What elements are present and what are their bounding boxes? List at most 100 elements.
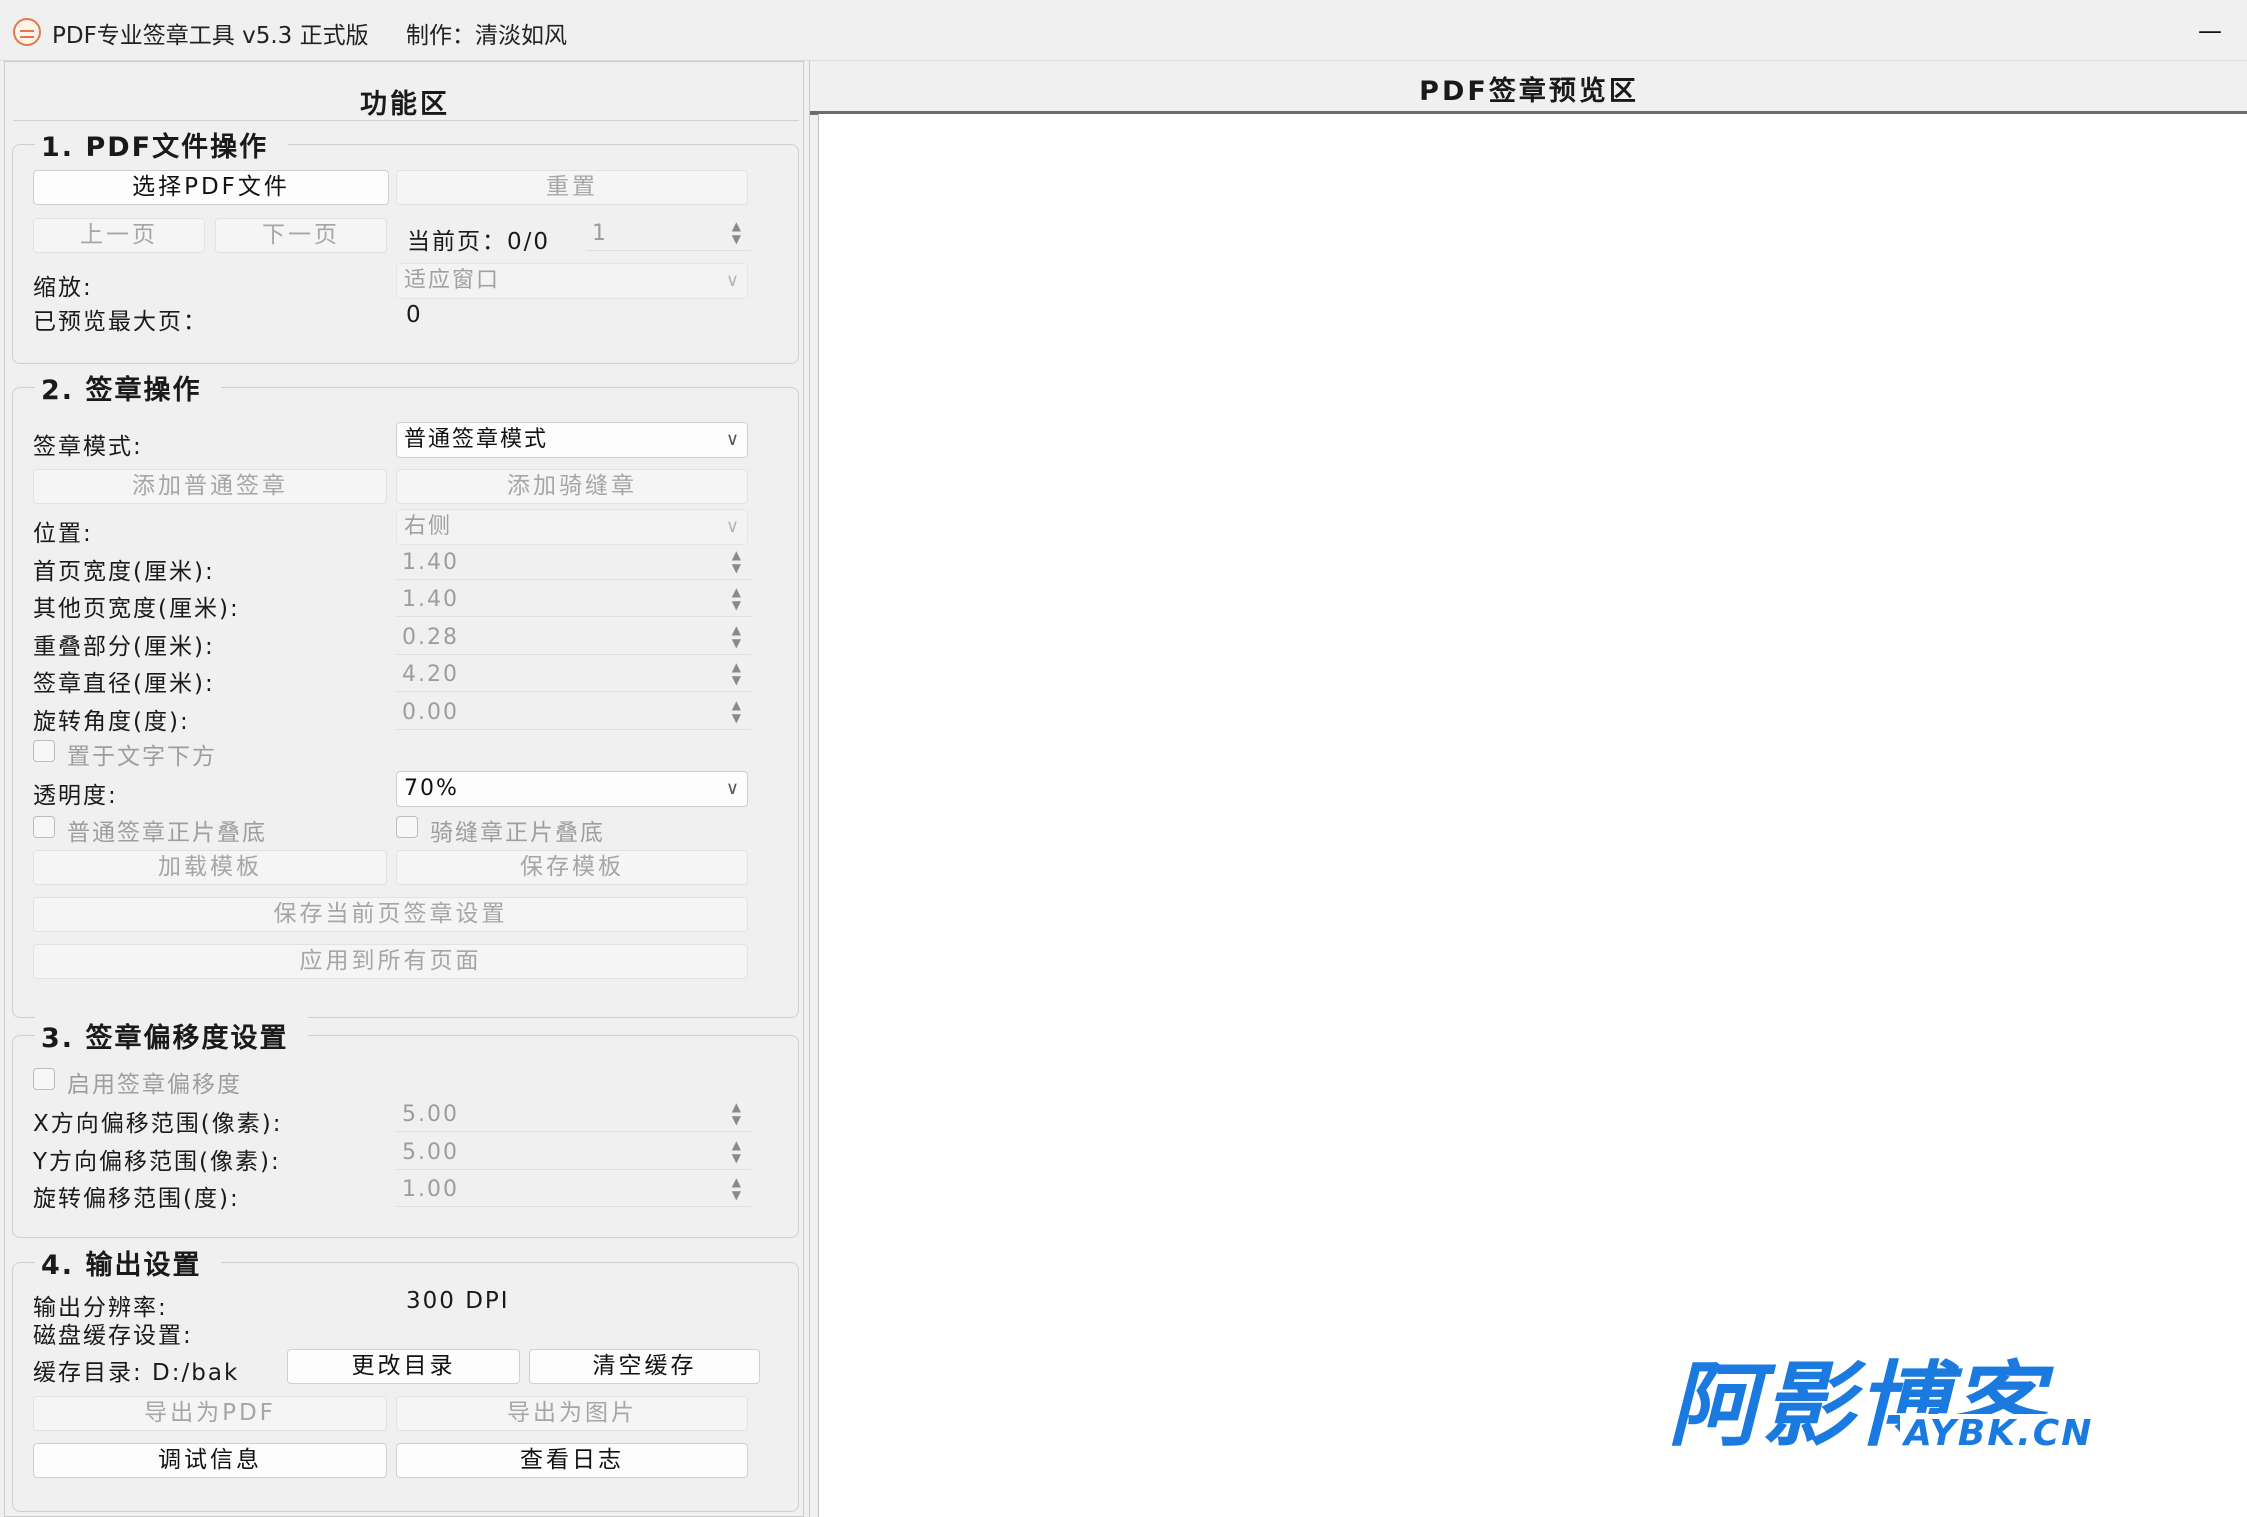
normal-multiply-checkbox[interactable] — [33, 816, 55, 838]
x-offset-value: 5.00 — [402, 1102, 459, 1127]
current-page-label: 当前页：0/0 — [407, 229, 551, 255]
spin-arrows-icon[interactable]: ▲ ▼ — [732, 624, 741, 650]
spin-arrows-icon[interactable]: ▲ ▼ — [732, 1176, 741, 1202]
disk-cache-label: 磁盘缓存设置: — [33, 1323, 193, 1349]
position-value: 右侧 — [404, 514, 453, 539]
resolution-value: 300 DPI — [406, 1288, 510, 1314]
position-label: 位置: — [33, 521, 93, 547]
offset-settings-group-title: 3. 签章偏移度设置 — [35, 1016, 309, 1055]
riding-multiply-checkbox[interactable] — [396, 816, 418, 838]
spin-arrows-icon[interactable]: ▲ ▼ — [732, 549, 741, 575]
divider — [13, 120, 799, 121]
stamp-mode-select[interactable]: 普通签章模式 ∨ — [396, 422, 748, 458]
overlap-spinbox[interactable]: 0.28 ▲ ▼ — [396, 621, 751, 655]
first-width-label: 首页宽度(厘米): — [33, 559, 215, 585]
watermark-domain: AYBK.CN — [1900, 1414, 2098, 1454]
zoom-label: 缩放: — [33, 275, 93, 301]
other-width-label: 其他页宽度(厘米): — [33, 596, 240, 622]
preview-panel: PDF签章预览区 — [809, 61, 2247, 1517]
preview-canvas[interactable] — [818, 114, 2247, 1517]
first-width-value: 1.40 — [402, 550, 459, 575]
page-spinbox[interactable]: 1 ▲ ▼ — [586, 217, 751, 251]
rotation-label: 旋转角度(度): — [33, 709, 190, 735]
spin-arrows-icon[interactable]: ▲ ▼ — [732, 1139, 741, 1165]
page-spinbox-value: 1 — [592, 221, 608, 246]
overlap-label: 重叠部分(厘米): — [33, 634, 215, 660]
stamp-mode-label: 签章模式: — [33, 434, 143, 460]
below-text-label: 置于文字下方 — [67, 744, 217, 770]
overlap-value: 0.28 — [402, 625, 459, 650]
rotation-value: 0.00 — [402, 700, 459, 725]
opacity-select[interactable]: 70% ∨ — [396, 771, 748, 807]
debug-info-button[interactable]: 调试信息 — [33, 1443, 387, 1478]
opacity-label: 透明度: — [33, 783, 118, 809]
app-logo-icon — [13, 18, 41, 46]
add-riding-stamp-button[interactable]: 添加骑缝章 — [396, 469, 748, 504]
y-offset-spinbox[interactable]: 5.00 ▲ ▼ — [396, 1136, 751, 1170]
view-log-button[interactable]: 查看日志 — [396, 1443, 748, 1478]
spin-arrows-icon[interactable]: ▲ ▼ — [732, 1101, 741, 1127]
export-image-button[interactable]: 导出为图片 — [396, 1396, 748, 1431]
clear-cache-button[interactable]: 清空缓存 — [529, 1349, 760, 1384]
first-width-spinbox[interactable]: 1.40 ▲ ▼ — [396, 546, 751, 580]
output-settings-group-title: 4. 输出设置 — [35, 1243, 222, 1282]
offset-settings-group: 3. 签章偏移度设置 启用签章偏移度 X方向偏移范围(像素): 5.00 ▲ ▼ … — [12, 1016, 799, 1238]
enable-offset-label: 启用签章偏移度 — [67, 1072, 242, 1098]
reset-button[interactable]: 重置 — [396, 170, 748, 205]
select-pdf-button[interactable]: 选择PDF文件 — [33, 170, 389, 205]
rotation-spinbox[interactable]: 0.00 ▲ ▼ — [396, 696, 751, 730]
app-title: PDF专业签章工具 v5.3 正式版 — [52, 23, 369, 49]
other-width-value: 1.40 — [402, 587, 459, 612]
rotation-offset-label: 旋转偏移范围(度): — [33, 1186, 240, 1212]
preview-panel-title: PDF签章预览区 — [1419, 76, 1639, 107]
output-settings-group: 4. 输出设置 输出分辨率: 300 DPI 磁盘缓存设置: 缓存目录: D:/… — [12, 1243, 799, 1512]
minimize-button[interactable]: — — [2190, 14, 2230, 48]
author-text: 制作：清淡如风 — [405, 23, 567, 49]
apply-all-pages-button[interactable]: 应用到所有页面 — [33, 944, 748, 979]
enable-offset-checkbox[interactable] — [33, 1068, 55, 1090]
cache-dir-label: 缓存目录: D:/bak — [33, 1360, 240, 1386]
export-pdf-button[interactable]: 导出为PDF — [33, 1396, 387, 1431]
next-page-button[interactable]: 下一页 — [215, 218, 387, 253]
function-panel: 功能区 1. PDF文件操作 选择PDF文件 重置 上一页 下一页 当前页：0/… — [4, 61, 804, 1517]
chevron-down-icon: ∨ — [725, 270, 739, 291]
chevron-down-icon: ∨ — [725, 429, 739, 450]
chevron-down-icon: ∨ — [725, 778, 739, 799]
y-offset-value: 5.00 — [402, 1140, 459, 1165]
zoom-select[interactable]: 适应窗口 ∨ — [396, 263, 748, 299]
y-offset-label: Y方向偏移范围(像素): — [33, 1149, 281, 1175]
watermark-logo: 阿影博客 AYBK.CN — [1668, 1356, 2098, 1456]
diameter-value: 4.20 — [402, 662, 459, 687]
chevron-down-icon: ∨ — [725, 516, 739, 537]
opacity-value: 70% — [404, 776, 459, 801]
save-template-button[interactable]: 保存模板 — [396, 850, 748, 885]
stamp-mode-value: 普通签章模式 — [404, 427, 549, 452]
rotation-offset-spinbox[interactable]: 1.00 ▲ ▼ — [396, 1173, 751, 1207]
below-text-checkbox[interactable] — [33, 740, 55, 762]
rotation-offset-value: 1.00 — [402, 1177, 459, 1202]
max-preview-label: 已预览最大页： — [33, 309, 208, 335]
x-offset-label: X方向偏移范围(像素): — [33, 1111, 283, 1137]
stamp-operation-group: 2. 签章操作 签章模式: 普通签章模式 ∨ 添加普通签章 添加骑缝章 位置: … — [12, 368, 799, 1018]
other-width-spinbox[interactable]: 1.40 ▲ ▼ — [396, 583, 751, 617]
pdf-file-group-title: 1. PDF文件操作 — [35, 125, 289, 164]
add-normal-stamp-button[interactable]: 添加普通签章 — [33, 469, 387, 504]
spin-arrows-icon[interactable]: ▲ ▼ — [732, 661, 741, 687]
diameter-spinbox[interactable]: 4.20 ▲ ▼ — [396, 658, 751, 692]
title-bar: PDF专业签章工具 v5.3 正式版 制作：清淡如风 — — [0, 0, 2247, 61]
spin-arrows-icon[interactable]: ▲ ▼ — [732, 220, 741, 246]
position-select[interactable]: 右侧 ∨ — [396, 509, 748, 545]
spin-arrows-icon[interactable]: ▲ ▼ — [732, 586, 741, 612]
pdf-file-group: 1. PDF文件操作 选择PDF文件 重置 上一页 下一页 当前页：0/0 1 … — [12, 125, 799, 364]
load-template-button[interactable]: 加载模板 — [33, 850, 387, 885]
save-page-settings-button[interactable]: 保存当前页签章设置 — [33, 897, 748, 932]
max-preview-value: 0 — [406, 302, 423, 328]
zoom-select-value: 适应窗口 — [404, 268, 501, 293]
prev-page-button[interactable]: 上一页 — [33, 218, 205, 253]
function-panel-title: 功能区 — [360, 89, 450, 120]
diameter-label: 签章直径(厘米): — [33, 671, 215, 697]
riding-multiply-label: 骑缝章正片叠底 — [430, 820, 605, 846]
change-dir-button[interactable]: 更改目录 — [287, 1349, 520, 1384]
x-offset-spinbox[interactable]: 5.00 ▲ ▼ — [396, 1098, 751, 1132]
spin-arrows-icon[interactable]: ▲ ▼ — [732, 699, 741, 725]
